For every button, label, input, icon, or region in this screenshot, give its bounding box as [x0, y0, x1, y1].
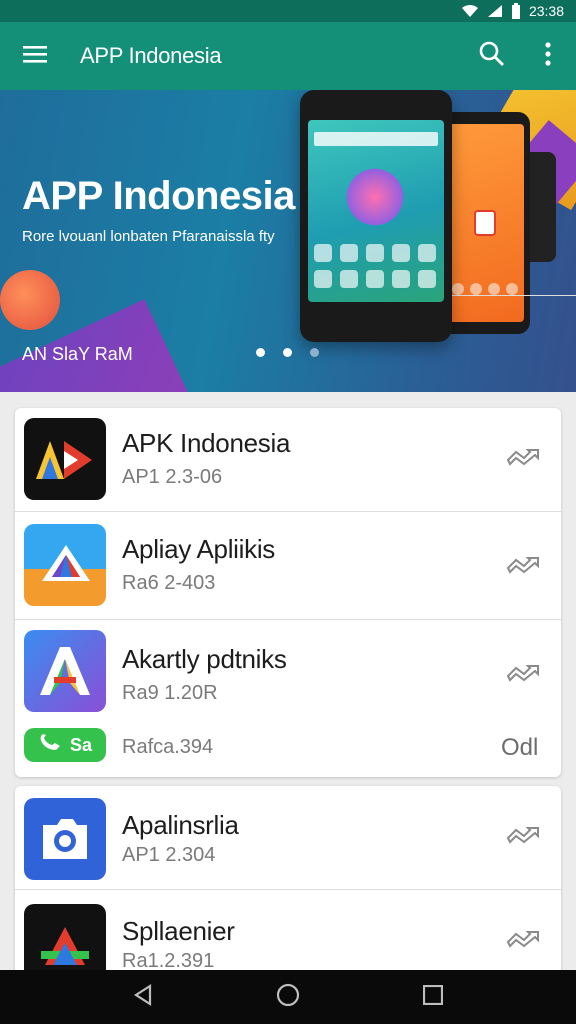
signal-icon	[487, 4, 503, 18]
app-meta: AP1 2.304	[122, 844, 216, 866]
app-list-item[interactable]: Apalinsrlia AP1 2.304	[15, 786, 561, 890]
arrow-icon	[506, 554, 540, 579]
call-pill[interactable]: Sa	[24, 728, 106, 762]
open-button[interactable]	[501, 922, 545, 958]
arrow-icon	[506, 446, 540, 471]
wifi-icon	[461, 4, 479, 18]
app-bar: APP Indonesia	[0, 22, 576, 90]
app-list-item[interactable]: Spllaenier Ra1.2.391	[15, 890, 561, 976]
search-icon	[479, 41, 505, 72]
camera-logo-icon	[24, 798, 106, 880]
home-button[interactable]	[258, 970, 318, 1024]
phone-illustration	[440, 112, 576, 334]
app-list-item[interactable]: APK Indonesia AP1 2.3-06	[15, 408, 561, 512]
app-list-item[interactable]: Apliay Apliikis Ra6 2-403	[15, 512, 561, 620]
back-icon	[132, 983, 154, 1011]
banner-decoration	[0, 270, 60, 330]
a-logo-icon	[24, 630, 106, 712]
app-list-card: APK Indonesia AP1 2.3-06 Apliay Apliikis…	[15, 408, 561, 777]
battery-icon	[511, 3, 521, 19]
menu-icon	[23, 44, 47, 69]
ad-logo-icon	[24, 418, 106, 500]
carousel-dot[interactable]	[310, 348, 319, 357]
open-button[interactable]	[501, 656, 545, 692]
row-right-text: Odl	[501, 734, 539, 761]
status-time: 23:38	[528, 3, 564, 19]
app-name: Apliay Apliikis	[122, 534, 276, 564]
app-name: APK Indonesia	[122, 428, 291, 458]
app-list-item[interactable]: Akartly pdtniks Ra9 1.20R	[15, 620, 561, 726]
more-options-button[interactable]	[520, 22, 576, 90]
recents-icon	[423, 984, 444, 1010]
app-list-card: Apalinsrlia AP1 2.304 Spllaenier Ra1.2.3…	[15, 786, 561, 976]
app-meta: Rafca.394	[122, 736, 214, 758]
app-title: APP Indonesia	[80, 43, 222, 68]
home-icon	[276, 983, 300, 1012]
carousel-indicator[interactable]	[256, 348, 319, 357]
arrow-icon	[506, 662, 540, 687]
status-bar: 23:38	[0, 0, 576, 22]
banner-subtitle: Rore lvouanl lonbaten Pfaranaissla fty	[22, 228, 275, 245]
more-vert-icon	[545, 41, 551, 71]
menu-button[interactable]	[0, 22, 70, 90]
pill-text: Sa	[69, 734, 93, 755]
open-button[interactable]	[501, 818, 545, 854]
recents-button[interactable]	[403, 970, 463, 1024]
app-meta: Ra6 2-403	[122, 572, 216, 594]
search-button[interactable]	[464, 22, 520, 90]
banner-tag: AN SlaY RaM	[22, 344, 133, 364]
phone-illustration: ◁○□	[300, 90, 452, 342]
carousel-dot[interactable]	[283, 348, 292, 357]
app-name: Apalinsrlia	[122, 810, 239, 840]
app-name: Akartly pdtniks	[122, 644, 287, 674]
triangle-logo-icon	[24, 904, 106, 976]
phone-icon	[38, 733, 62, 757]
promo-banner[interactable]: ◁○□ APP Indonesia Rore lvouanl lonbaten …	[0, 90, 576, 392]
arrow-icon	[506, 824, 540, 849]
app-name: Spllaenier	[122, 916, 235, 946]
banner-title: APP Indonesia	[22, 174, 295, 218]
open-button[interactable]	[501, 548, 545, 584]
open-button[interactable]	[501, 440, 545, 476]
app-list-item[interactable]: Sa Rafca.394 Odl	[15, 726, 561, 777]
back-button[interactable]	[113, 970, 173, 1024]
arrow-icon	[506, 928, 540, 953]
app-meta: Ra9 1.20R	[122, 682, 218, 704]
system-nav-bar	[0, 970, 576, 1024]
app-meta: AP1 2.3-06	[122, 466, 223, 488]
delta-logo-icon	[24, 524, 106, 606]
carousel-dot[interactable]	[256, 348, 265, 357]
